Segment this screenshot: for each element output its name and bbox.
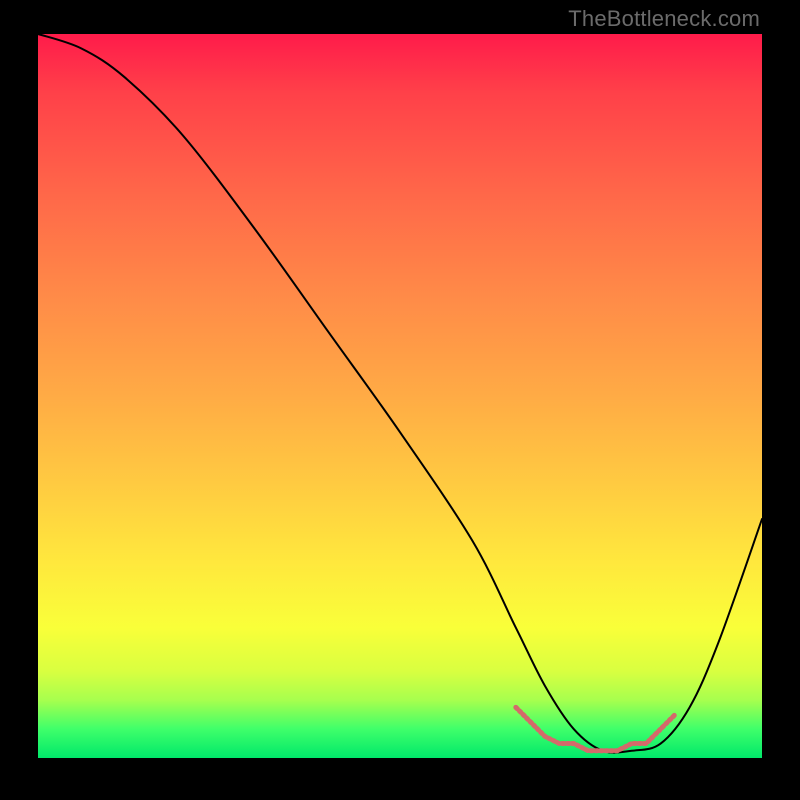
watermark-text: TheBottleneck.com	[568, 6, 760, 32]
series-group	[38, 34, 762, 753]
series-optimal-range	[516, 707, 675, 750]
chart-frame: TheBottleneck.com	[0, 0, 800, 800]
chart-svg	[38, 34, 762, 758]
series-bottleneck-curve	[38, 34, 762, 753]
plot-area	[38, 34, 762, 758]
